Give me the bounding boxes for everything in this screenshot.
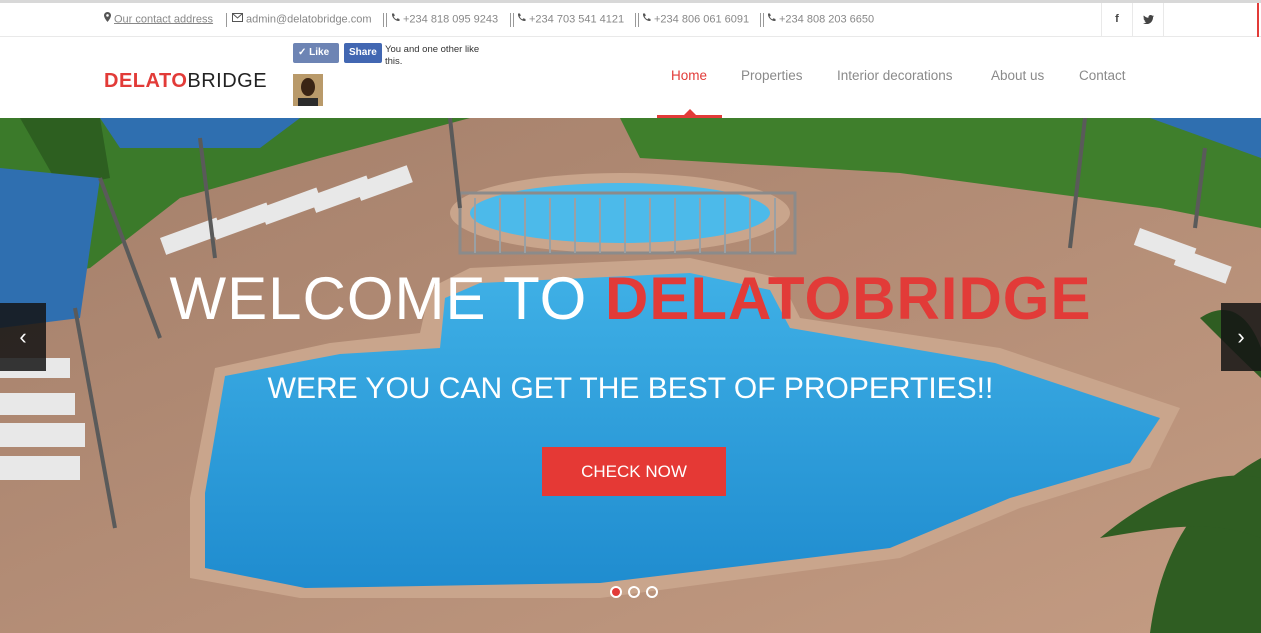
envelope-icon [232,3,243,36]
slider-next-button[interactable]: › [1221,303,1261,371]
nav-item-contact[interactable]: Contact [1079,68,1126,83]
nav-item-properties[interactable]: Properties [741,68,803,83]
phone-1-label: +234 818 095 9243 [403,13,499,26]
divider [226,13,227,27]
avatar[interactable] [293,74,323,106]
phone-icon [391,3,400,36]
fb-like-button[interactable]: ✓ Like [293,43,339,63]
chevron-left-icon: ‹ [19,324,27,349]
nav-item-interior-decorations[interactable]: Interior decorations [837,68,953,83]
slide-indicator-1[interactable] [610,586,622,598]
site-logo[interactable]: DELATOBRIDGE [104,70,267,93]
map-marker-icon [104,3,111,36]
site-header: DELATOBRIDGE ✓ Like Share You and one ot… [0,37,1261,118]
hero-subtitle: WERE YOU CAN GET THE BEST OF PROPERTIES!… [267,372,994,405]
nav-item-home[interactable]: Home [671,68,707,83]
twitter-icon[interactable] [1132,3,1164,36]
email-label: admin@delatobridge.com [246,13,372,26]
phone-4[interactable]: +234 808 203 6650 [767,3,874,36]
phone-2-label: +234 703 541 4121 [529,13,625,26]
divider [383,13,384,27]
phone-icon [642,3,651,36]
phone-2[interactable]: +234 703 541 4121 [517,3,624,36]
slider-prev-button[interactable]: ‹ [0,303,46,371]
phone-3-label: +234 806 061 6091 [654,13,750,26]
phone-1[interactable]: +234 818 095 9243 [391,3,498,36]
hero-slider: WELCOME TO DELATOBRIDGE WERE YOU CAN GET… [0,118,1261,633]
chevron-right-icon: › [1237,324,1245,349]
logo-part-red: DELATO [104,70,188,92]
divider [513,13,514,27]
check-now-button[interactable]: CHECK NOW [542,447,726,496]
hero-title-brand: DELATOBRIDGE [605,265,1092,332]
divider [760,13,761,27]
nav-item-about-us[interactable]: About us [991,68,1044,83]
phone-4-label: +234 808 203 6650 [779,13,875,26]
hero-title: WELCOME TO DELATOBRIDGE [0,264,1261,333]
address-label: Our contact address [114,13,214,26]
divider [510,13,511,27]
facebook-icon[interactable]: f [1101,3,1132,36]
fb-share-button[interactable]: Share [344,43,382,63]
logo-part-dark: BRIDGE [187,70,268,92]
phone-icon [767,3,776,36]
slide-indicator-2[interactable] [628,586,640,598]
divider [763,13,764,27]
phone-icon [517,3,526,36]
divider [638,13,639,27]
hero-title-prefix: WELCOME TO [169,265,606,332]
slide-indicator-3[interactable] [646,586,658,598]
email-link[interactable]: admin@delatobridge.com [232,3,372,36]
divider [386,13,387,27]
address-link[interactable]: Our contact address [104,3,213,36]
fb-like-text: You and one other like this. [385,44,480,67]
phone-3[interactable]: +234 806 061 6091 [642,3,749,36]
top-contact-bar: Our contact address admin@delatobridge.c… [0,3,1261,37]
divider [635,13,636,27]
